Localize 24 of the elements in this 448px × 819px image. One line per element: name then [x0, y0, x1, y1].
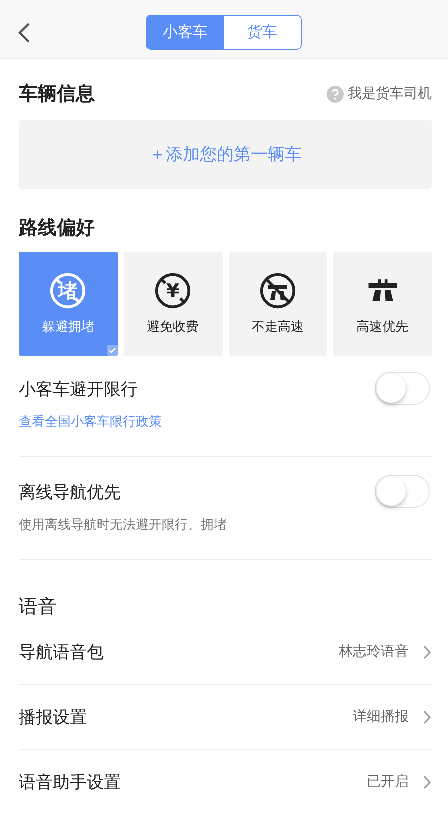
- section-title: 语音: [19, 595, 58, 620]
- settings-row[interactable]: 播报设置 详细播报: [19, 685, 432, 750]
- setting-label: 小客车避开限行: [19, 379, 139, 401]
- chevron-icon: [423, 644, 432, 660]
- help-icon[interactable]: [327, 86, 344, 102]
- no-highway-icon: [258, 272, 297, 310]
- toggle-switch[interactable]: [375, 372, 430, 405]
- no-jam-icon: 堵: [49, 272, 88, 310]
- chevron-icon: [423, 774, 432, 790]
- settings-row[interactable]: 语音助手设置 已开启: [19, 750, 432, 814]
- chevron-icon: [423, 710, 432, 724]
- setting-note: 使用离线导航时无法避开限行、拥堵: [19, 517, 227, 534]
- check-icon: [106, 345, 118, 356]
- setting-label: 离线导航优先: [19, 482, 122, 504]
- settings-row[interactable]: 导航语音包 林志玲语音: [19, 620, 432, 685]
- no-toll-icon: ¥: [154, 272, 192, 310]
- toggle-switch[interactable]: [375, 475, 430, 508]
- section-title: 车辆信息: [19, 82, 95, 107]
- route-option[interactable]: 高速优先: [333, 252, 432, 356]
- route-option[interactable]: ¥ 避免收费: [124, 252, 222, 356]
- truck-driver-link[interactable]: 我是货车司机: [348, 85, 432, 103]
- section-title: 路线偏好: [19, 216, 96, 241]
- route-option[interactable]: 不走高速: [228, 252, 328, 356]
- back-icon[interactable]: [17, 22, 31, 44]
